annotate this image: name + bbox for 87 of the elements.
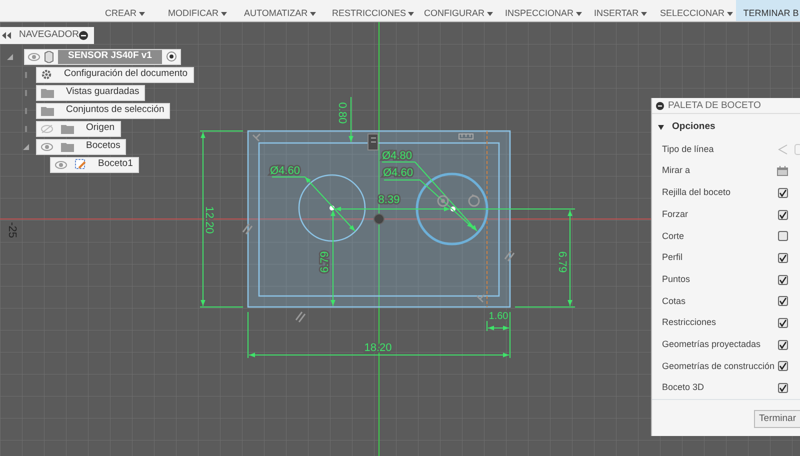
tangent-constraint-icon (468, 194, 480, 207)
tree-item[interactable]: Origen (36, 120, 121, 136)
checkbox[interactable] (778, 231, 788, 242)
collapse-toggle[interactable] (22, 142, 30, 150)
folder-icon (61, 142, 74, 152)
minus-icon (656, 102, 664, 110)
checkbox[interactable] (778, 340, 788, 350)
tree-item[interactable]: Vistas guardadas (36, 84, 146, 100)
option-label: Perfil (662, 251, 683, 264)
expand-toggle[interactable] (22, 106, 30, 114)
collapse-icon (2, 32, 11, 39)
parallel-constraint-icon (295, 312, 306, 322)
checkbox[interactable] (778, 361, 788, 372)
perpendicular-constraint-icon (476, 294, 485, 303)
checkbox[interactable] (778, 188, 788, 198)
dimension-value: Ø4.80 (382, 150, 412, 162)
center-point (450, 206, 456, 212)
dimension-value: Ø4.60 (383, 167, 413, 179)
menu-button[interactable]: MODIFICAR (168, 0, 226, 21)
tree-item-label: Bocetos (86, 139, 120, 154)
panel-title: PALETA DE BOCETO (668, 98, 761, 113)
checkbox[interactable] (778, 274, 788, 285)
caret-icon (658, 125, 664, 130)
horizontal-constraint-icon (458, 134, 474, 140)
concentric-constraint-icon (437, 195, 449, 207)
gear-icon (41, 69, 52, 80)
dimension-line (348, 96, 354, 142)
menu-button[interactable]: CONFIGURAR (424, 0, 492, 21)
circle (298, 174, 366, 242)
checkbox[interactable] (778, 382, 788, 393)
tree-item[interactable]: Bocetos (36, 138, 126, 154)
option-label: Corte (662, 230, 684, 242)
option-label: Tipo de línea (662, 142, 714, 156)
expand-toggle[interactable] (22, 88, 30, 96)
axis-value: -25 (6, 222, 18, 238)
tree-item-label: Conjuntos de selección (66, 103, 164, 118)
menu-button[interactable]: CREAR (105, 0, 145, 21)
dimension-value: 6.79 (556, 251, 568, 273)
option-label: Rejilla del boceto (662, 186, 731, 200)
tree-item[interactable]: Boceto1 (50, 156, 139, 172)
sketch-icon (75, 159, 86, 170)
folder-icon (41, 106, 54, 116)
dimension-value: 12.20 (203, 206, 216, 234)
dimension-value: Ø4.60 (270, 165, 300, 177)
parallel-constraint-icon (504, 250, 515, 262)
folder-icon (61, 124, 74, 134)
option-label: Geometrías de construcción (662, 360, 775, 373)
minus-icon (79, 31, 88, 40)
collapse-toggle[interactable] (6, 52, 14, 60)
minimize-button[interactable] (79, 31, 88, 40)
menu-button[interactable]: INSERTAR (594, 0, 647, 21)
option-label: Cotas (662, 294, 686, 308)
checkbox[interactable] (778, 252, 788, 263)
perpendicular-constraint-icon (252, 133, 261, 142)
expand-toggle[interactable] (22, 70, 30, 78)
option-label: Restricciones (662, 316, 716, 330)
finish-sketch-button[interactable]: Terminar (754, 410, 800, 428)
tree-item[interactable]: Conjuntos de selección (36, 102, 170, 118)
checkbox[interactable] (778, 210, 788, 220)
tree-item-label: Origen (86, 121, 115, 136)
tree-item[interactable]: Configuración del documento (36, 66, 194, 82)
folder-icon (41, 88, 54, 98)
checkbox[interactable] (778, 296, 788, 306)
dimension-value: 1.60 (488, 311, 508, 322)
tree-item-label: Configuración del documento (64, 67, 188, 82)
menu-button[interactable]: AUTOMATIZAR (244, 0, 316, 21)
radio-icon (166, 51, 177, 62)
finish-sketch-button[interactable]: TERMINAR B (736, 0, 800, 21)
menu-button[interactable]: RESTRICCIONES (332, 0, 414, 21)
component-name: SENSOR JS40F v1 (58, 50, 162, 64)
tree-item-label: Vistas guardadas (66, 85, 140, 100)
menu-button[interactable]: INSPECCIONAR (505, 0, 582, 21)
tree-item-label: Boceto1 (98, 157, 133, 172)
option-label: Boceto 3D (662, 381, 704, 394)
section-header[interactable]: Opciones (652, 114, 800, 139)
option-label: Forzar (662, 208, 688, 221)
calendar-icon (777, 166, 788, 176)
center-point (330, 206, 334, 210)
panel-title: NAVEGADOR (19, 28, 80, 42)
checkbox[interactable] (778, 318, 788, 328)
dimension-value: 6.79 (318, 251, 331, 273)
option-label: Mirar a (662, 164, 690, 178)
dimension-value: 0.80 (336, 102, 348, 124)
option-label: Puntos (662, 272, 690, 286)
parallel-constraint-icon (242, 224, 253, 234)
expand-toggle[interactable] (22, 124, 30, 132)
option-label: Geometrías proyectadas (662, 338, 761, 351)
